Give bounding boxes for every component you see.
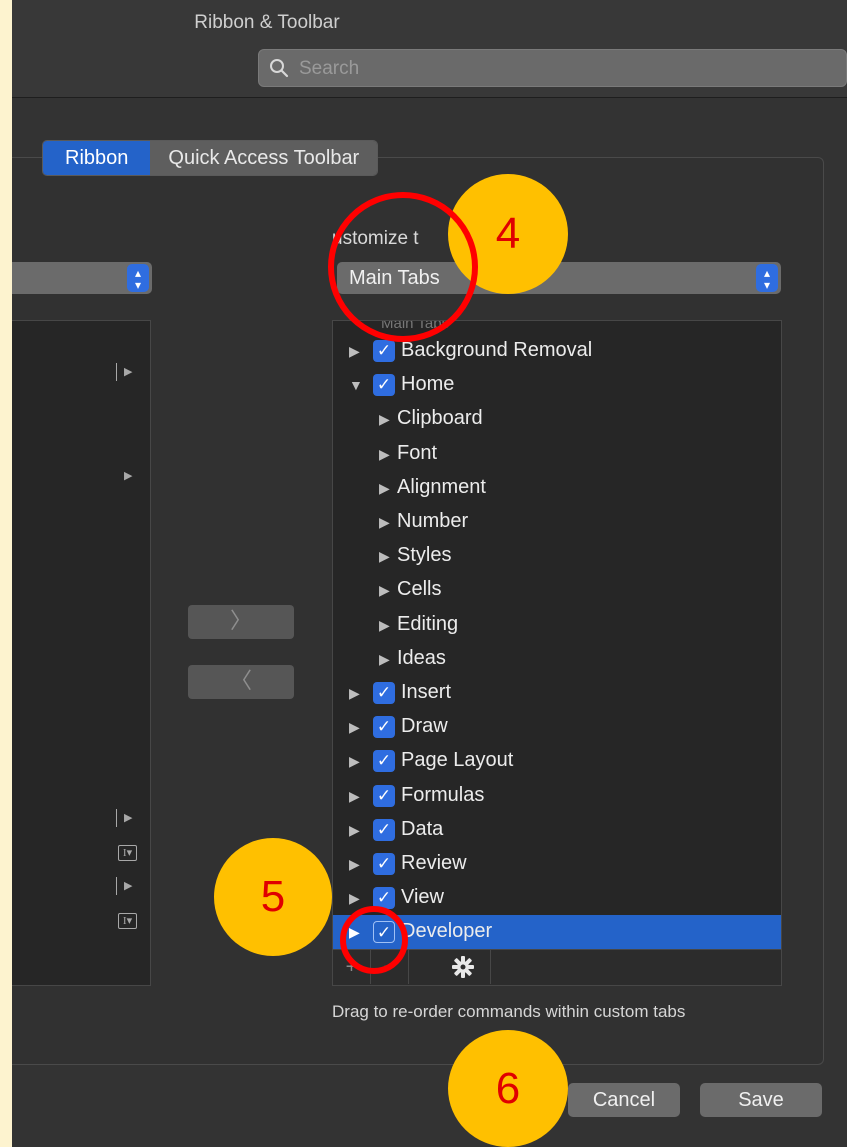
checkbox-checked-icon[interactable]: ✓	[373, 374, 395, 397]
ribbon-tab-row[interactable]: ▶ Font	[333, 437, 781, 471]
ribbon-tab-label: Editing	[397, 612, 459, 635]
disclosure-closed-icon[interactable]: ▶	[379, 651, 390, 668]
checkbox-checked-icon[interactable]: ✓	[373, 682, 395, 704]
ribbon-tab-row[interactable]: ▶ ✓ Insert	[333, 676, 781, 710]
ribbon-tab-label: Font	[397, 441, 438, 464]
divider-mark	[116, 363, 117, 381]
search-field[interactable]: Search	[258, 49, 847, 87]
ribbon-tab-row[interactable]: ▶ Cells	[333, 573, 781, 607]
ribbon-tab-label: Clipboard	[397, 407, 483, 430]
cancel-button[interactable]: Cancel	[568, 1083, 680, 1117]
checkbox-checked-icon[interactable]: ✓	[373, 716, 395, 739]
search-icon	[270, 59, 289, 78]
commands-list[interactable]: ▶ ▶ ▶ I▾ ▶ I▾	[12, 320, 151, 986]
submenu-arrow-icon: ▶	[124, 812, 133, 824]
ribbon-tab-row[interactable]: ▶ Editing	[333, 608, 781, 642]
disclosure-open-icon[interactable]: ▼	[349, 377, 363, 393]
ribbon-tab-row[interactable]: ▼ ✓ Home	[333, 368, 781, 402]
ribbon-tab-row[interactable]: ▶ ✓ View	[333, 881, 781, 915]
window-title: Ribbon & Toolbar	[194, 12, 340, 33]
disclosure-closed-icon[interactable]: ▶	[349, 685, 360, 702]
ribbon-tab-label: Styles	[397, 544, 452, 567]
checkbox-checked-icon[interactable]: ✓	[373, 853, 395, 875]
ribbon-tab-row[interactable]: ▶ ✓ Data	[333, 813, 781, 847]
title-bar: Ribbon & Toolbar Search	[12, 0, 847, 98]
submenu-arrow-icon: ▶	[124, 366, 133, 378]
disclosure-closed-icon[interactable]: ▶	[379, 582, 390, 599]
ribbon-tab-label: Cells	[397, 578, 442, 601]
tab-ribbon[interactable]: Ribbon	[43, 141, 151, 175]
step-marker-6: 6	[448, 1030, 568, 1147]
search-placeholder: Search	[299, 58, 360, 79]
tab-quick-access-toolbar[interactable]: Quick Access Toolbar	[150, 141, 378, 175]
divider-mark	[116, 877, 117, 895]
disclosure-closed-icon[interactable]: ▶	[349, 788, 360, 805]
ribbon-tab-label: Formulas	[401, 783, 485, 806]
disclosure-closed-icon[interactable]: ▶	[349, 856, 360, 873]
checkbox-checked-icon[interactable]: ✓	[373, 340, 395, 362]
submenu-arrow-icon: ▶	[124, 880, 133, 892]
ribbon-tab-label: Data	[401, 817, 444, 840]
step-marker-5: 5	[214, 838, 332, 956]
text-field-icon: I▾	[118, 845, 137, 861]
disclosure-closed-icon[interactable]: ▶	[349, 822, 360, 839]
select-stepper-icon: ▴ ▾	[127, 264, 149, 292]
remove-from-ribbon-button[interactable]: 〈	[188, 665, 294, 699]
ribbon-tab-row[interactable]: ▶ Number	[333, 505, 781, 539]
ribbon-tab-row[interactable]: ▶ Alignment	[333, 471, 781, 505]
ribbon-tab-row[interactable]: ▶ ✓ Formulas	[333, 779, 781, 813]
ribbon-tab-label: View	[401, 886, 444, 909]
ribbon-tab-label: Ideas	[397, 646, 446, 669]
ribbon-tab-label: Review	[401, 852, 467, 874]
ribbon-tab-label: Draw	[401, 715, 448, 738]
disclosure-closed-icon[interactable]: ▶	[379, 548, 390, 565]
submenu-arrow-icon: ▶	[124, 470, 133, 482]
add-to-ribbon-button[interactable]: 〉	[188, 605, 294, 639]
disclosure-closed-icon[interactable]: ▶	[379, 446, 390, 463]
gear-icon	[452, 956, 474, 978]
checkbox-checked-icon[interactable]: ✓	[373, 750, 395, 773]
ribbon-tab-row[interactable]: ▶ ✓ Review	[333, 847, 781, 881]
ribbon-tab-label: Developer	[401, 920, 493, 943]
select-stepper-icon: ▴ ▾	[756, 264, 778, 292]
disclosure-closed-icon[interactable]: ▶	[379, 480, 390, 497]
divider-mark	[116, 809, 117, 827]
highlight-ring	[328, 192, 478, 342]
options-button[interactable]	[435, 950, 491, 984]
ribbon-tab-label: Background Removal	[401, 339, 593, 361]
save-button[interactable]: Save	[700, 1083, 822, 1117]
checkbox-checked-icon[interactable]: ✓	[373, 818, 395, 841]
ribbon-tab-row[interactable]: ▶ ✓ Page Layout	[333, 744, 781, 778]
ribbon-tab-row[interactable]: ▶ Ideas	[333, 642, 781, 676]
highlight-ring	[340, 906, 408, 974]
ribbon-tab-row[interactable]: ▶ ✓ Draw	[333, 710, 781, 744]
ribbon-tab-row[interactable]: ▶ Clipboard	[333, 402, 781, 436]
ribbon-tab-label: Home	[401, 373, 455, 396]
ribbon-tab-row[interactable]: ▶ Styles	[333, 539, 781, 573]
ribbon-tabs-list[interactable]: Main Tabs ▶ ✓ Background Removal ▼ ✓ Home ▶ Cli…	[332, 320, 782, 950]
tab-group: Ribbon Quick Access Toolbar	[42, 140, 379, 176]
disclosure-closed-icon[interactable]: ▶	[379, 411, 390, 428]
ribbon-tab-label: Page Layout	[401, 749, 514, 772]
reorder-hint: Drag to re-order commands within custom …	[332, 1002, 686, 1021]
ribbon-tab-label: Alignment	[397, 475, 486, 498]
choose-commands-select[interactable]: ▴ ▾	[12, 262, 152, 294]
disclosure-closed-icon[interactable]: ▶	[349, 343, 360, 360]
disclosure-closed-icon[interactable]: ▶	[379, 617, 390, 634]
ribbon-toolbar-window: Ribbon & Toolbar Search Ribbon Quick Acc…	[12, 0, 847, 1147]
text-field-icon: I▾	[118, 913, 137, 929]
ribbon-tab-label: Insert	[401, 681, 452, 703]
disclosure-closed-icon[interactable]: ▶	[349, 719, 360, 736]
checkbox-checked-icon[interactable]: ✓	[373, 784, 395, 807]
ribbon-tab-label: Number	[397, 510, 469, 532]
disclosure-closed-icon[interactable]: ▶	[349, 753, 360, 770]
disclosure-closed-icon[interactable]: ▶	[379, 514, 390, 531]
disclosure-closed-icon[interactable]: ▶	[349, 890, 360, 907]
